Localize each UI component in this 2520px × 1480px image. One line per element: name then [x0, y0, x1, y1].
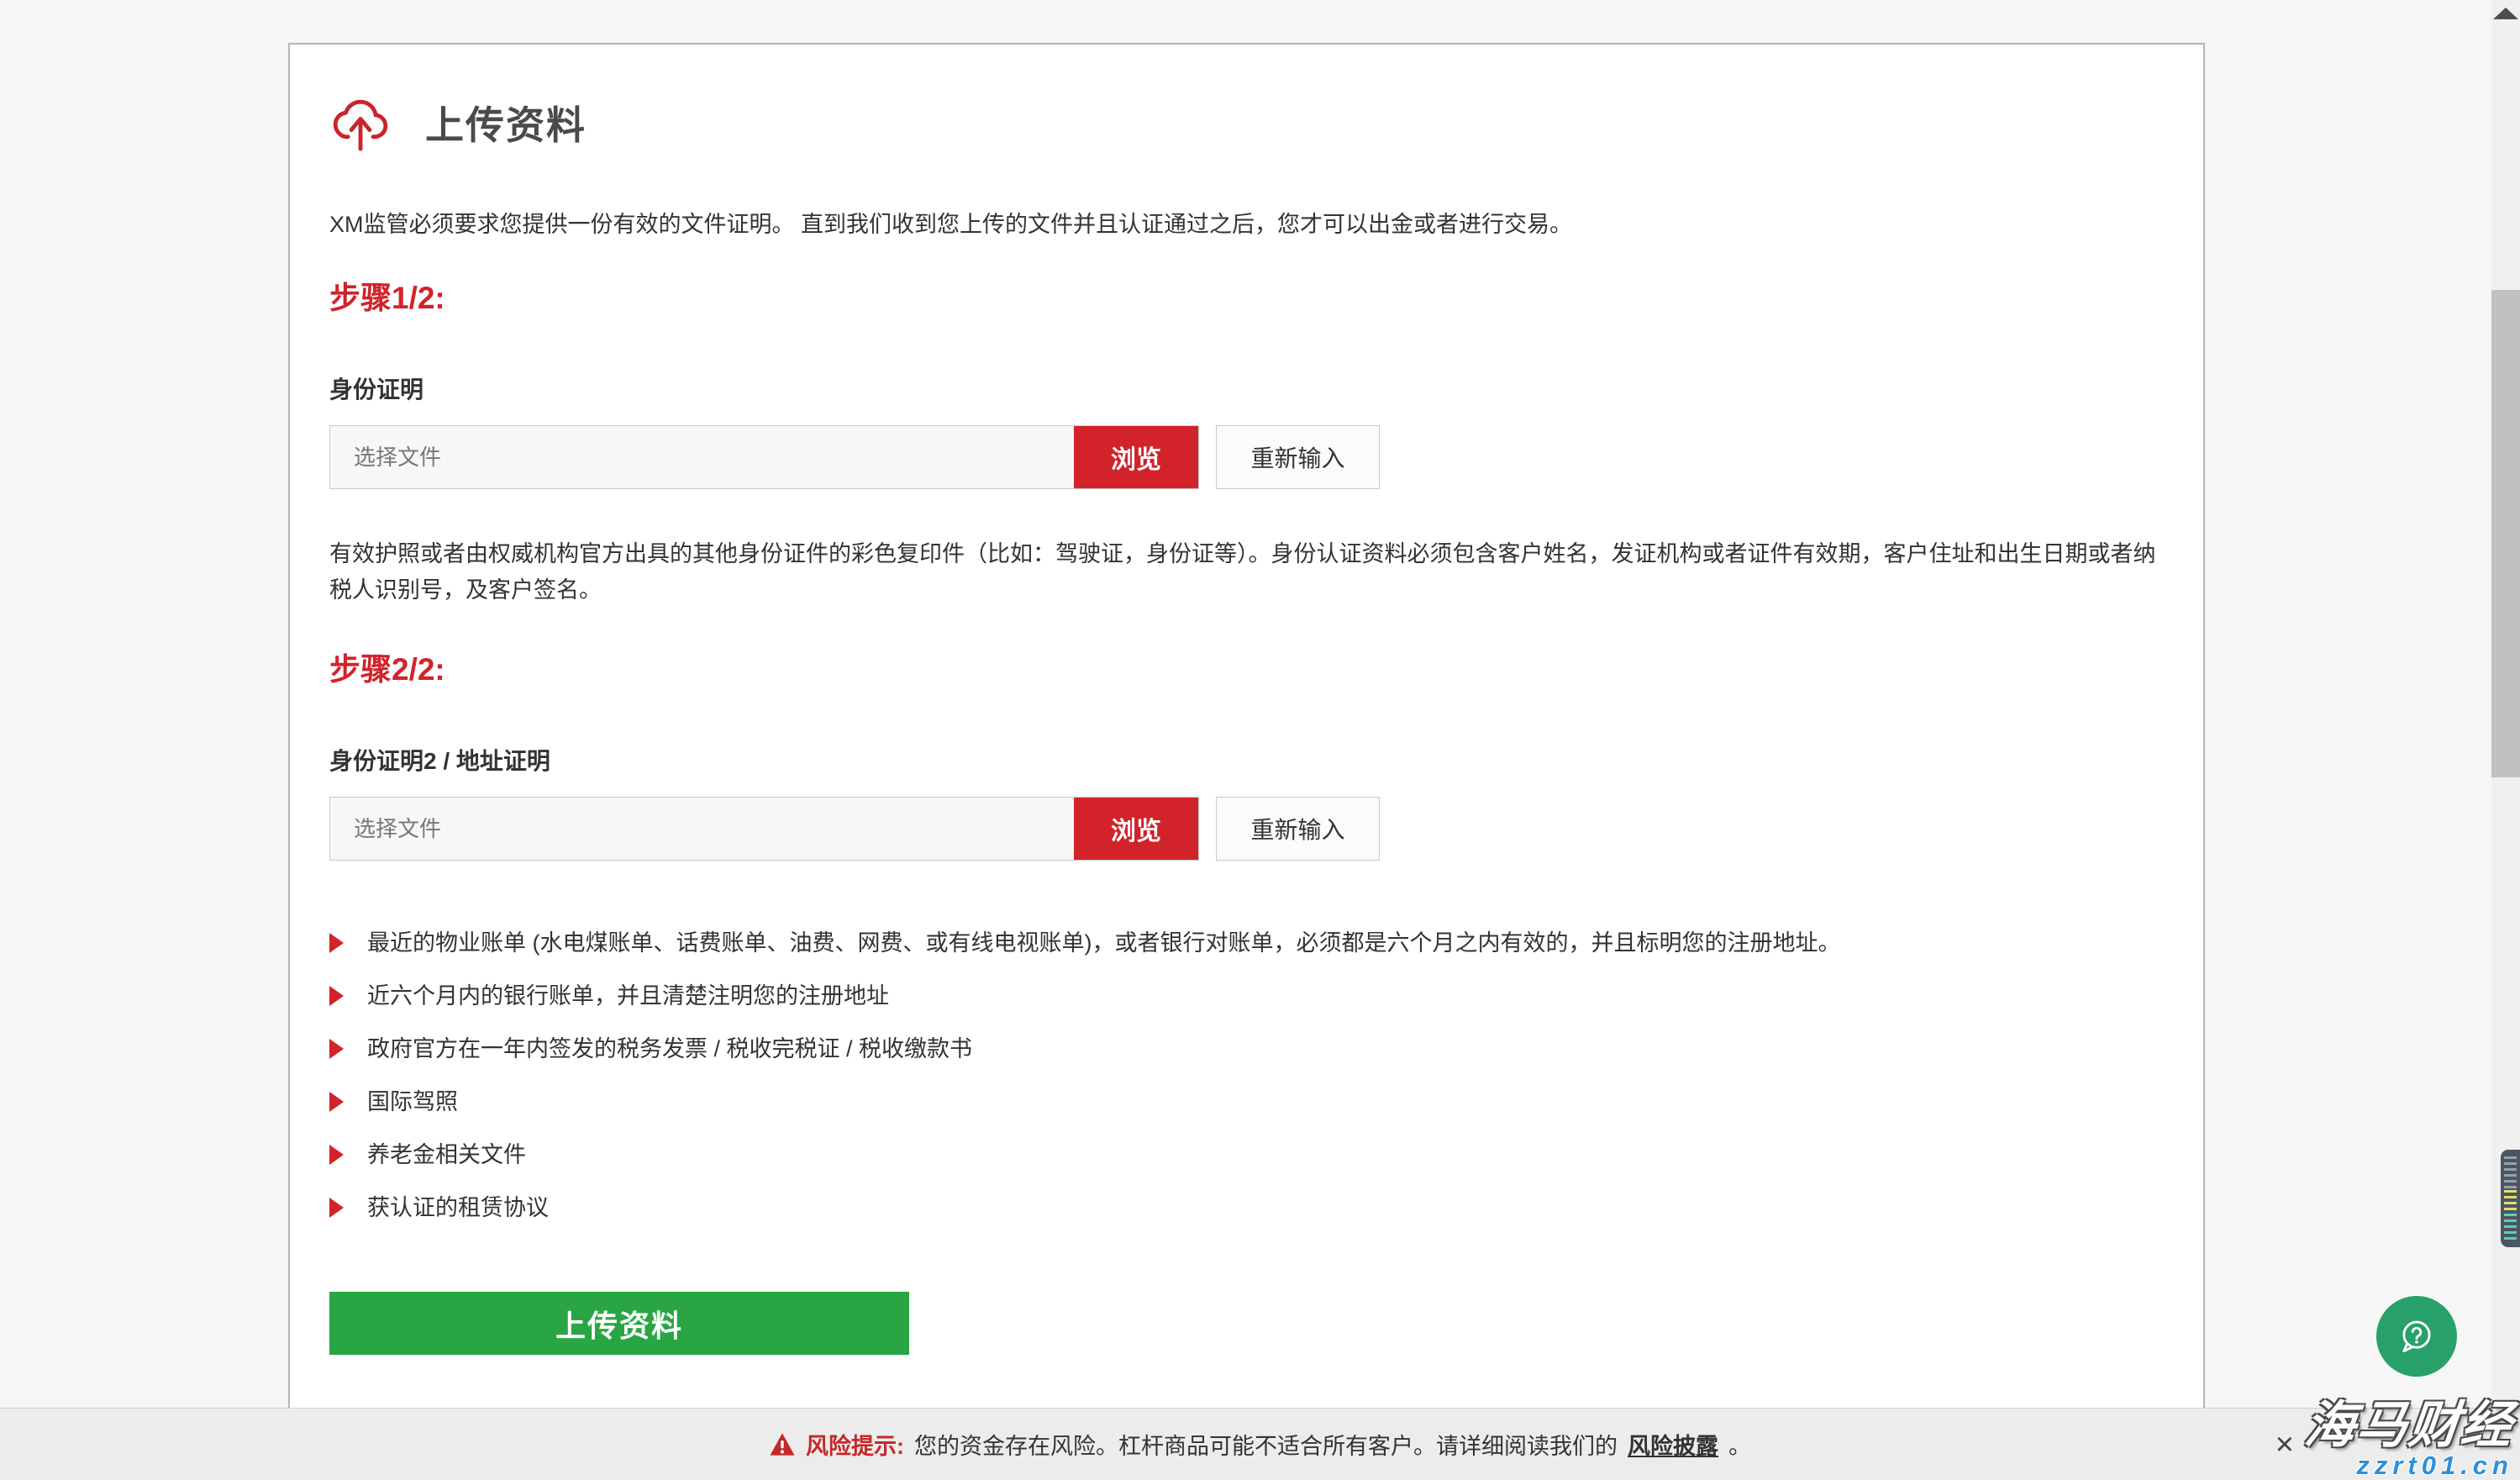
address-proof-label: 身份证明2 / 地址证明 — [329, 743, 2164, 777]
list-item: 国际驾照 — [329, 1088, 2164, 1115]
triangle-bullet-icon — [329, 933, 344, 953]
list-item: 获认证的租赁协议 — [329, 1194, 2164, 1221]
meter-yellow-segment — [2504, 1190, 2517, 1214]
accepted-documents-list: 最近的物业账单 (水电煤账单、话费账单、油费、网费、或有线电视账单)，或者银行对… — [329, 930, 2164, 1221]
address-browse-button[interactable]: 浏览 — [1074, 798, 1198, 860]
step2-heading: 步骤2/2: — [329, 644, 2164, 689]
list-item-text: 政府官方在一年内签发的税务发票 / 税收完税证 / 税收缴款书 — [367, 1035, 972, 1062]
identity-file-box: 浏览 — [329, 425, 1199, 489]
list-item: 近六个月内的银行账单，并且清楚注明您的注册地址 — [329, 982, 2164, 1009]
address-reset-button[interactable]: 重新输入 — [1216, 797, 1380, 861]
meter-teal-segment — [2504, 1214, 2517, 1240]
upload-cloud-icon — [329, 92, 392, 154]
address-file-row: 浏览 重新输入 — [329, 797, 2164, 861]
triangle-bullet-icon — [329, 1039, 344, 1059]
triangle-bullet-icon — [329, 1145, 344, 1165]
triangle-bullet-icon — [329, 986, 344, 1006]
list-item-text: 最近的物业账单 (水电煤账单、话费账单、油费、网费、或有线电视账单)，或者银行对… — [367, 930, 1840, 956]
address-file-input[interactable] — [330, 798, 1074, 860]
step1-heading: 步骤1/2: — [329, 272, 2164, 318]
risk-warning-label: 风险提示: — [806, 1428, 904, 1461]
risk-disclosure-link[interactable]: 风险披露 — [1628, 1428, 1718, 1461]
identity-reset-button[interactable]: 重新输入 — [1216, 425, 1380, 489]
close-icon[interactable]: × — [2275, 1429, 2294, 1461]
list-item: 养老金相关文件 — [329, 1141, 2164, 1168]
triangle-bullet-icon — [329, 1198, 344, 1218]
help-chat-button[interactable] — [2376, 1296, 2457, 1377]
risk-warning-suffix: 。 — [1728, 1428, 1751, 1461]
identity-description: 有效护照或者由权威机构官方出具的其他身份证件的彩色复印件（比如：驾驶证，身份证等… — [329, 536, 2161, 608]
list-item-text: 养老金相关文件 — [367, 1141, 526, 1168]
scrollbar-thumb[interactable] — [2491, 290, 2520, 777]
list-item: 最近的物业账单 (水电煤账单、话费账单、油费、网费、或有线电视账单)，或者银行对… — [329, 930, 2164, 956]
page-title: 上传资料 — [425, 95, 587, 150]
intro-text: XM监管必须要求您提供一份有效的文件证明。 直到我们收到您上传的文件并且认证通过… — [329, 206, 2164, 239]
identity-proof-label: 身份证明 — [329, 371, 2164, 405]
list-item-text: 近六个月内的银行账单，并且清楚注明您的注册地址 — [367, 982, 889, 1009]
question-chat-icon — [2392, 1312, 2441, 1361]
card-header: 上传资料 — [329, 92, 2164, 154]
triangle-bullet-icon — [329, 1092, 344, 1112]
upload-submit-button[interactable]: 上传资料 — [329, 1292, 909, 1355]
vertical-scrollbar[interactable] — [2491, 0, 2520, 1480]
level-meter-widget — [2501, 1150, 2520, 1247]
list-item-text: 获认证的租赁协议 — [367, 1194, 549, 1221]
identity-file-row: 浏览 重新输入 — [329, 425, 2164, 489]
identity-browse-button[interactable]: 浏览 — [1074, 426, 1198, 488]
scroll-up-arrow-icon[interactable] — [2493, 8, 2518, 19]
list-item-text: 国际驾照 — [367, 1088, 458, 1115]
meter-gray-segment — [2504, 1156, 2517, 1190]
risk-warning-bar: 风险提示: 您的资金存在风险。杠杆商品可能不适合所有客户。请详细阅读我们的风险披… — [0, 1408, 2520, 1480]
warning-triangle-icon — [769, 1432, 796, 1456]
identity-file-input[interactable] — [330, 426, 1074, 488]
list-item: 政府官方在一年内签发的税务发票 / 税收完税证 / 税收缴款书 — [329, 1035, 2164, 1062]
upload-card: 上传资料 XM监管必须要求您提供一份有效的文件证明。 直到我们收到您上传的文件并… — [288, 43, 2205, 1480]
address-file-box: 浏览 — [329, 797, 1199, 861]
risk-warning-message: 您的资金存在风险。杠杆商品可能不适合所有客户。请详细阅读我们的 — [914, 1428, 1618, 1461]
